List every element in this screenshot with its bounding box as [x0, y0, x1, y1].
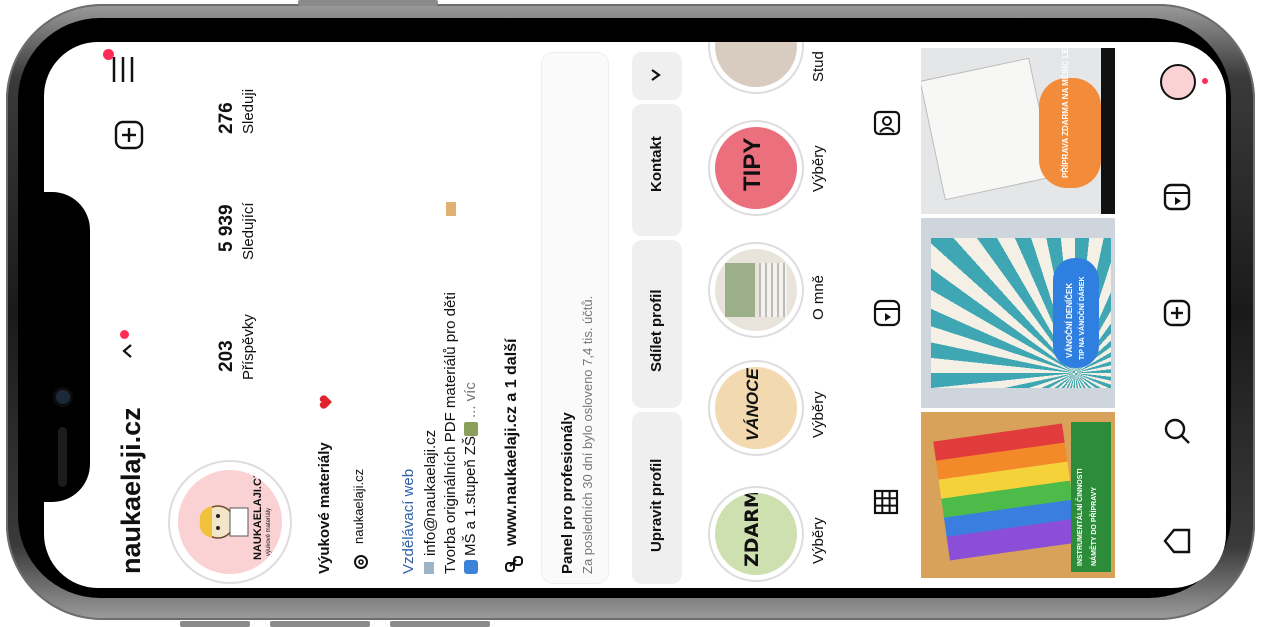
post-badge: [1053, 258, 1099, 368]
highlight-o-mne[interactable]: [708, 242, 804, 338]
highlight-tipy[interactable]: TIPY: [708, 120, 804, 216]
post-caption: PŘÍPRAVA ZDARMA NA MĚSÍC LEDEN: [1061, 48, 1070, 178]
reels-icon[interactable]: [872, 298, 902, 328]
post-caption: VÁNOČNÍ DENÍČEK: [1065, 282, 1074, 358]
highlight-text-image: [759, 263, 787, 317]
pencil-icon: [446, 202, 456, 216]
chevron-down-icon: [651, 69, 661, 81]
logo-text: NAUKAELAJI.CZ: [252, 471, 264, 560]
grid-icon[interactable]: [872, 488, 900, 516]
highlight-label: O mně: [810, 274, 827, 320]
logo-subtext: výukové materiály: [266, 507, 272, 556]
house-icon: [464, 422, 478, 436]
heart-icon: [319, 395, 332, 409]
highlight-photo: [725, 263, 755, 317]
email-icon: [424, 562, 434, 574]
threads-handle[interactable]: naukaelaji.cz: [351, 469, 366, 544]
bio-more-link[interactable]: ... víc: [462, 382, 479, 418]
bio-link[interactable]: www.naukaelaji.cz a 1 další: [503, 339, 521, 547]
highlight-vanoce[interactable]: VÁNOCE: [708, 360, 804, 456]
followers-count: 5 939: [216, 204, 237, 252]
side-button: [270, 621, 370, 627]
post-thumbnail[interactable]: PŘÍPRAVA ZDARMA NA MĚSÍC LEDEN: [921, 48, 1115, 214]
profile-name: Výukové materiály: [316, 442, 333, 574]
notification-dot: [1202, 78, 1208, 84]
following-count: 276: [216, 102, 237, 134]
volume-button: [298, 0, 438, 6]
instagram-screen: naukaelaji.cz NAUKAELAJI.CZ výukové mate: [44, 42, 1226, 588]
highlight-label: Výběry: [810, 145, 827, 192]
arrow-up-icon: [464, 560, 478, 574]
chevron-down-icon[interactable]: [119, 342, 137, 360]
create-icon[interactable]: [1162, 298, 1192, 328]
threads-icon: [354, 555, 368, 569]
posts-count: 203: [216, 340, 237, 372]
posts-label[interactable]: Příspěvky: [240, 314, 257, 380]
profile-avatar-icon[interactable]: [1160, 64, 1196, 100]
highlight-cover-text: ZDARMA: [741, 493, 763, 567]
link-icon: [505, 556, 523, 572]
dashboard-title: Panel pro profesionály: [559, 412, 576, 574]
highlight-cover-text: VÁNOCE: [743, 368, 762, 441]
profile-category: Vzdělávací web: [400, 468, 417, 574]
contact-label: Kontakt: [648, 136, 665, 192]
tagged-icon[interactable]: [872, 108, 902, 138]
highlight-label: Stud: [810, 51, 827, 82]
notification-dot: [120, 330, 129, 339]
highlight-stud[interactable]: [708, 42, 804, 94]
menu-notification-dot: [103, 49, 114, 60]
notch: [44, 192, 90, 502]
bio-line-1: Tvorba originálních PDF materiálů pro dě…: [442, 292, 459, 574]
post-thumbnail[interactable]: VÁNOČNÍ DENÍČEK TIP NA VÁNOČNÍ DÁREK: [921, 218, 1115, 408]
menu-icon[interactable]: [110, 54, 136, 84]
edit-profile-label: Upravit profil: [648, 458, 665, 552]
profile-avatar[interactable]: NAUKAELAJI.CZ výukové materiály: [168, 460, 292, 584]
reels-icon[interactable]: [1162, 182, 1192, 212]
dashboard-subtitle: Za posledních 30 dní bylo osloveno 7,4 t…: [580, 295, 595, 574]
side-button: [180, 621, 250, 627]
highlight-cover-text: TIPY: [739, 137, 766, 191]
highlight-label: Výběry: [810, 391, 827, 438]
followers-label[interactable]: Sledující: [240, 202, 257, 260]
post-caption: INSTRUMENTÁLNÍ ČINNOSTI: [1077, 468, 1084, 566]
following-label[interactable]: Sleduji: [240, 89, 257, 134]
home-icon[interactable]: [1162, 526, 1192, 556]
xylophone-image: [933, 423, 1079, 561]
bio-line-2: MŠ a 1.stupeň ZŠ: [462, 435, 479, 556]
side-button: [390, 621, 490, 627]
bio-email: info@naukaelaji.cz: [422, 429, 439, 556]
camera: [56, 390, 70, 404]
profile-username[interactable]: naukaelaji.cz: [116, 407, 147, 574]
highlight-label: Výběry: [810, 517, 827, 564]
post-badge: [1039, 78, 1101, 188]
speaker: [58, 427, 67, 487]
notebook-image: [921, 57, 1055, 201]
post-subcaption: TIP NA VÁNOČNÍ DÁREK: [1079, 276, 1086, 360]
add-icon[interactable]: [114, 120, 144, 150]
highlight-zdarma[interactable]: ZDARMA: [708, 486, 804, 582]
search-icon[interactable]: [1162, 416, 1192, 446]
post-subcaption: NÁMĚTY DO PŘÍPRAVY: [1091, 486, 1098, 566]
share-profile-label: Sdílet profil: [648, 289, 665, 373]
post-thumbnail[interactable]: INSTRUMENTÁLNÍ ČINNOSTI NÁMĚTY DO PŘÍPRA…: [921, 412, 1115, 578]
